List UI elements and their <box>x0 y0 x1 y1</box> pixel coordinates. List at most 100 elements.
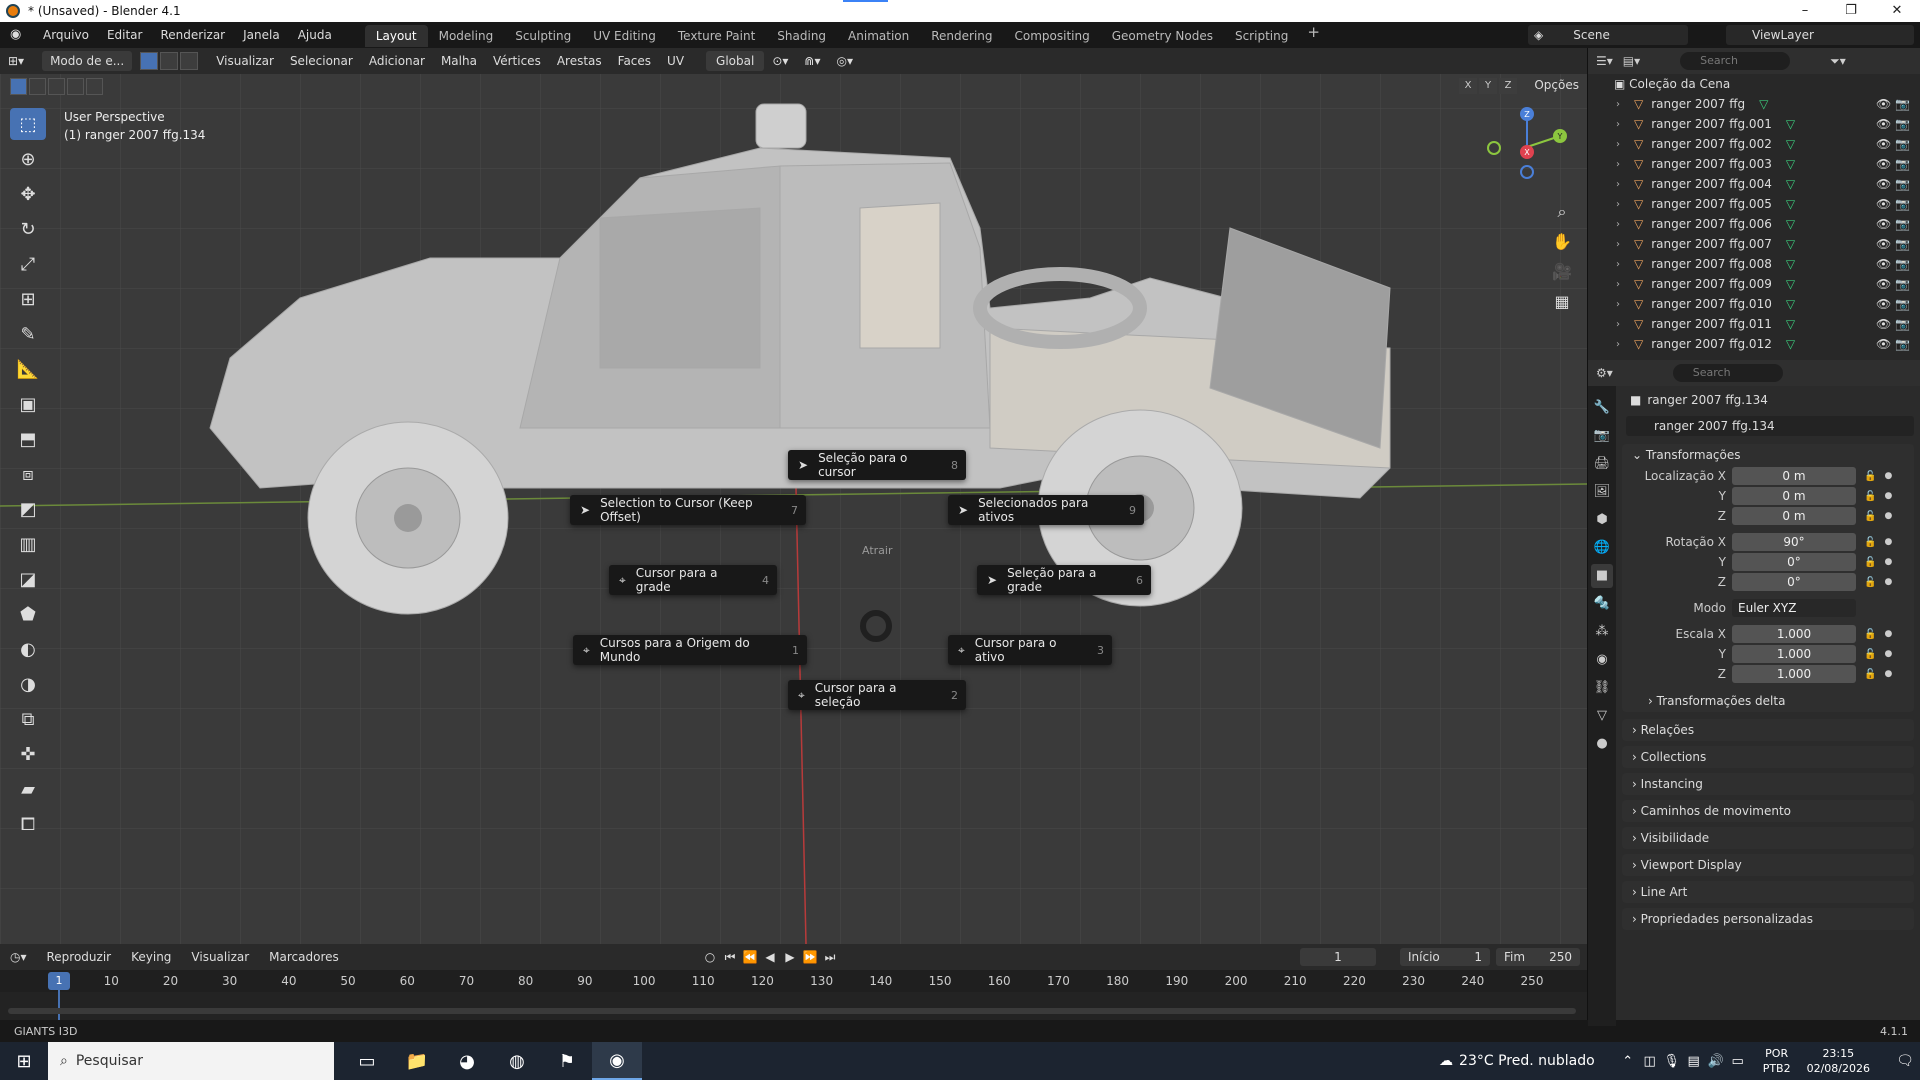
outliner-object-row[interactable]: › ▽ ranger 2007 ffg.008 ▽ 👁 📷 <box>1588 254 1920 274</box>
volume-icon[interactable]: 🔊 <box>1705 1054 1727 1069</box>
keyframe-dot-icon[interactable]: ● <box>1884 511 1892 521</box>
lock-icon[interactable]: 🔓 <box>1864 577 1876 588</box>
network-icon[interactable]: ▤ <box>1683 1054 1705 1069</box>
menu-editar[interactable]: Editar <box>98 22 152 48</box>
physics-tab-icon[interactable]: ◉ <box>1591 648 1613 672</box>
close-button[interactable]: ✕ <box>1874 0 1920 22</box>
tab-layout[interactable]: Layout <box>364 25 428 47</box>
menu-uv[interactable]: UV <box>659 51 692 71</box>
scale-y-field[interactable]: 1.000 <box>1732 645 1856 663</box>
visibility-eye-icon[interactable]: 👁 📷 <box>1876 117 1910 131</box>
outliner-object-row[interactable]: › ▽ ranger 2007 ffg.010 ▽ 👁 📷 <box>1588 294 1920 314</box>
particles-tab-icon[interactable]: ⁂ <box>1591 620 1613 644</box>
3d-viewport[interactable]: ⊞▾ Modo de e... Visualizar Selecionar Ad… <box>0 48 1587 944</box>
blender-logo-icon[interactable]: ◉ <box>10 27 26 43</box>
notification-icon[interactable]: 🗨 <box>1890 1053 1920 1069</box>
zoom-icon[interactable]: ⌕ <box>1548 198 1576 226</box>
select-box-tool-icon[interactable]: ⬚ <box>10 108 46 140</box>
lock-icon[interactable]: 🔓 <box>1864 557 1876 568</box>
properties-panel[interactable]: › Viewport Display <box>1622 854 1914 876</box>
prev-key-icon[interactable]: ⏪ <box>740 948 760 966</box>
material-tab-icon[interactable]: ● <box>1591 732 1613 756</box>
spin-tool-icon[interactable]: ◐ <box>10 633 46 665</box>
loop-cut-tool-icon[interactable]: ▥ <box>10 528 46 560</box>
lock-icon[interactable]: 🔓 <box>1864 491 1876 502</box>
menu-selecionar[interactable]: Selecionar <box>282 51 361 71</box>
tab-animation[interactable]: Animation <box>837 25 920 47</box>
chevron-right-icon[interactable]: › <box>1616 179 1628 190</box>
properties-search[interactable]: Search <box>1672 364 1783 382</box>
filter-icon[interactable]: ⏷▾ <box>1830 54 1846 69</box>
pie-cursor-to-grid[interactable]: ⌖ Cursor para a grade 4 <box>609 565 777 595</box>
outliner-object-row[interactable]: › ▽ ranger 2007 ffg.005 ▽ 👁 📷 <box>1588 194 1920 214</box>
snap-icon[interactable]: ⋒▾ <box>796 51 828 71</box>
shrink-fatten-tool-icon[interactable]: ✜ <box>10 738 46 770</box>
visibility-eye-icon[interactable]: 👁 📷 <box>1876 337 1910 351</box>
menu-arquivo[interactable]: Arquivo <box>34 22 98 48</box>
outliner-object-row[interactable]: › ▽ ranger 2007 ffg.001 ▽ 👁 📷 <box>1588 114 1920 134</box>
visibility-eye-icon[interactable]: 👁 📷 <box>1876 157 1910 171</box>
transform-panel-header[interactable]: ⌄ Transformações <box>1622 444 1914 466</box>
knife-tool-icon[interactable]: ◪ <box>10 563 46 595</box>
chevron-right-icon[interactable]: › <box>1616 259 1628 270</box>
scene-selector[interactable]: ◈ Scene <box>1528 25 1688 45</box>
record-icon[interactable]: ○ <box>700 948 720 966</box>
view-layer-tab-icon[interactable]: 🖼 <box>1591 480 1613 504</box>
visibility-eye-icon[interactable]: 👁 📷 <box>1876 237 1910 251</box>
chevron-right-icon[interactable]: › <box>1616 99 1628 110</box>
rip-tool-icon[interactable]: ⧠ <box>10 808 46 840</box>
outliner-object-row[interactable]: › ▽ ranger 2007 ffg.007 ▽ 👁 📷 <box>1588 234 1920 254</box>
properties-panel[interactable]: › Relações <box>1622 719 1914 741</box>
file-explorer-icon[interactable]: 📁 <box>392 1042 442 1080</box>
chevron-up-icon[interactable]: ⌃ <box>1617 1054 1639 1069</box>
select-extend-icon[interactable] <box>29 77 46 95</box>
properties-panel[interactable]: › Visibilidade <box>1622 827 1914 849</box>
play-icon[interactable]: ▶ <box>780 948 800 966</box>
chevron-right-icon[interactable]: › <box>1616 219 1628 230</box>
pivot-icon[interactable]: ⊙▾ <box>764 51 796 71</box>
keyframe-dot-icon[interactable]: ● <box>1884 491 1892 501</box>
add-cube-tool-icon[interactable]: ▣ <box>10 388 46 420</box>
visibility-eye-icon[interactable]: 👁 📷 <box>1876 297 1910 311</box>
tab-scripting[interactable]: Scripting <box>1224 25 1299 47</box>
location-z-field[interactable]: 0 m <box>1732 507 1856 525</box>
lock-icon[interactable]: 🔓 <box>1864 537 1876 548</box>
add-workspace-icon[interactable]: + <box>1299 23 1328 47</box>
timeline-menu-keying[interactable]: Keying <box>121 944 181 970</box>
scale-x-field[interactable]: 1.000 <box>1732 625 1856 643</box>
tab-rendering[interactable]: Rendering <box>920 25 1003 47</box>
scene-collection-row[interactable]: ▣ Coleção da Cena <box>1588 74 1920 94</box>
navigation-gizmo[interactable]: Z Y X <box>1486 106 1568 188</box>
tool-tab-icon[interactable]: 🔧 <box>1591 396 1613 420</box>
scale-z-field[interactable]: 1.000 <box>1732 665 1856 683</box>
lock-icon[interactable]: 🔓 <box>1864 629 1876 640</box>
select-invert-icon[interactable] <box>67 77 84 95</box>
keyframe-dot-icon[interactable]: ● <box>1884 537 1892 547</box>
menu-faces[interactable]: Faces <box>610 51 659 71</box>
jump-end-icon[interactable]: ⏭ <box>820 948 840 966</box>
pie-selected-to-active[interactable]: ➤ Selecionados para ativos 9 <box>948 495 1144 525</box>
lock-icon[interactable]: 🔓 <box>1864 511 1876 522</box>
playhead-indicator[interactable]: 1 <box>48 972 70 990</box>
scene-tab-icon[interactable]: ⬢ <box>1591 508 1613 532</box>
rotation-mode-dropdown[interactable]: Euler XYZ <box>1732 599 1856 617</box>
lock-icon[interactable]: 🔓 <box>1864 669 1876 680</box>
blender-taskbar-icon[interactable]: ◉ <box>592 1042 642 1080</box>
outliner-object-row[interactable]: › ▽ ranger 2007 ffg.009 ▽ 👁 📷 <box>1588 274 1920 294</box>
tab-uv-editing[interactable]: UV Editing <box>582 25 667 47</box>
menu-arestas[interactable]: Arestas <box>549 51 610 71</box>
cursor-tool-icon[interactable]: ⊕ <box>10 143 46 175</box>
end-frame-field[interactable]: Fim 250 <box>1496 948 1580 966</box>
weather-widget[interactable]: ☁ 23°C Pred. nublado <box>1439 1053 1595 1069</box>
poly-build-tool-icon[interactable]: ⬟ <box>10 598 46 630</box>
maximize-button[interactable]: ❐ <box>1828 0 1874 22</box>
rotation-x-field[interactable]: 90° <box>1732 533 1856 551</box>
visibility-eye-icon[interactable]: 👁 📷 <box>1876 177 1910 191</box>
pan-hand-icon[interactable]: ✋ <box>1548 228 1576 256</box>
timeline-editor-icon[interactable]: ◷▾ <box>0 944 37 970</box>
task-view-icon[interactable]: ▭ <box>342 1042 392 1080</box>
keyframe-dot-icon[interactable]: ● <box>1884 649 1892 659</box>
proportional-edit-icon[interactable]: ◎▾ <box>828 51 861 71</box>
outliner-object-row[interactable]: › ▽ ranger 2007 ffg.012 ▽ 👁 📷 <box>1588 334 1920 354</box>
axis-z-button[interactable]: Z <box>1499 78 1517 94</box>
